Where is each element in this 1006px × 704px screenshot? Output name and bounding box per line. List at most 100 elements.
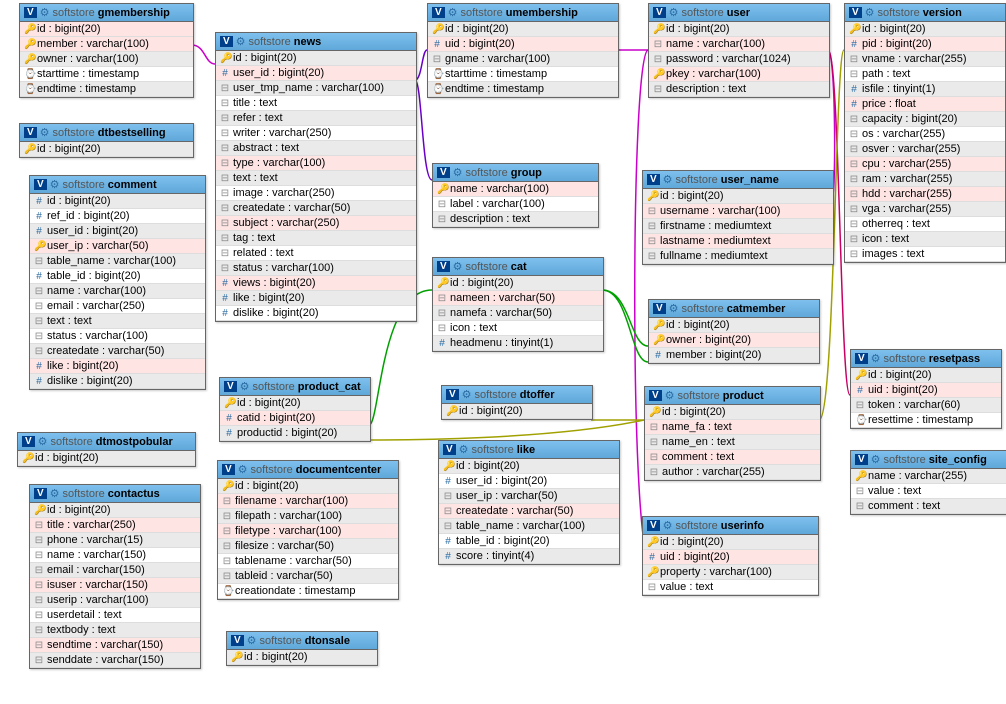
column-row[interactable]: ⊟userip : varchar(100) (30, 593, 200, 608)
column-row[interactable]: ⊟firstname : mediumtext (643, 219, 833, 234)
column-row[interactable]: ⊟ram : varchar(255) (845, 172, 1005, 187)
column-row[interactable]: ⊟name_en : text (645, 435, 820, 450)
column-row[interactable]: 🔑id : bigint(20) (439, 459, 619, 474)
column-row[interactable]: ⊟lastname : mediumtext (643, 234, 833, 249)
column-row[interactable]: 🔑name : varchar(255) (851, 469, 1006, 484)
column-row[interactable]: ⊟createdate : varchar(50) (439, 504, 619, 519)
table-header[interactable]: V⚙softstore documentcenter (218, 461, 398, 479)
column-row[interactable]: ⊟comment : text (645, 450, 820, 465)
column-row[interactable]: 🔑id : bigint(20) (220, 396, 370, 411)
column-row[interactable]: ⊟image : varchar(250) (216, 186, 416, 201)
table-dtoffer[interactable]: V⚙softstore dtoffer🔑id : bigint(20) (441, 385, 593, 420)
gear-icon[interactable]: ⚙ (462, 388, 472, 401)
column-row[interactable]: #user_id : bigint(20) (439, 474, 619, 489)
column-row[interactable]: 🔑name : varchar(100) (433, 182, 598, 197)
column-row[interactable]: #id : bigint(20) (30, 194, 205, 209)
column-row[interactable]: 🔑pkey : varchar(100) (649, 67, 829, 82)
column-row[interactable]: ⌚endtime : timestamp (20, 82, 193, 97)
table-header[interactable]: V⚙softstore product (645, 387, 820, 405)
table-site_config[interactable]: V⚙softstore site_config🔑name : varchar(2… (850, 450, 1006, 515)
column-row[interactable]: ⊟author : varchar(255) (645, 465, 820, 480)
column-row[interactable]: ⌚starttime : timestamp (428, 67, 618, 82)
column-row[interactable]: 🔑id : bigint(20) (18, 451, 195, 466)
column-row[interactable]: #member : bigint(20) (649, 348, 819, 363)
column-row[interactable]: ⊟title : text (216, 96, 416, 111)
column-row[interactable]: ⊟comment : text (851, 499, 1006, 514)
gear-icon[interactable]: ⚙ (663, 173, 673, 186)
column-row[interactable]: ⊟password : varchar(1024) (649, 52, 829, 67)
column-row[interactable]: ⊟icon : text (845, 232, 1005, 247)
table-user[interactable]: V⚙softstore user🔑id : bigint(20)⊟name : … (648, 3, 830, 98)
table-header[interactable]: V⚙softstore news (216, 33, 416, 51)
column-row[interactable]: ⊟fullname : mediumtext (643, 249, 833, 264)
table-contactus[interactable]: V⚙softstore contactus🔑id : bigint(20)⊟ti… (29, 484, 201, 669)
column-row[interactable]: ⊟createdate : varchar(50) (216, 201, 416, 216)
column-row[interactable]: #like : bigint(20) (216, 291, 416, 306)
table-header[interactable]: V⚙softstore contactus (30, 485, 200, 503)
table-header[interactable]: V⚙softstore user_name (643, 171, 833, 189)
column-row[interactable]: #table_id : bigint(20) (439, 534, 619, 549)
table-header[interactable]: V⚙softstore dtmostpobular (18, 433, 195, 451)
column-row[interactable]: #isfile : tinyint(1) (845, 82, 1005, 97)
table-cat[interactable]: V⚙softstore cat🔑id : bigint(20)⊟nameen :… (432, 257, 604, 352)
column-row[interactable]: ⊟email : varchar(250) (30, 299, 205, 314)
column-row[interactable]: 🔑user_ip : varchar(50) (30, 239, 205, 254)
column-row[interactable]: ⊟abstract : text (216, 141, 416, 156)
column-row[interactable]: 🔑id : bigint(20) (20, 142, 193, 157)
table-gmembership[interactable]: V⚙softstore gmembership🔑id : bigint(20)🔑… (19, 3, 194, 98)
column-row[interactable]: ⊟name : varchar(100) (649, 37, 829, 52)
column-row[interactable]: #price : float (845, 97, 1005, 112)
column-row[interactable]: 🔑id : bigint(20) (851, 368, 1001, 383)
column-row[interactable]: ⊟tag : text (216, 231, 416, 246)
table-product_cat[interactable]: V⚙softstore product_cat🔑id : bigint(20)#… (219, 377, 371, 442)
column-row[interactable]: 🔑id : bigint(20) (442, 404, 592, 419)
gear-icon[interactable]: ⚙ (50, 487, 60, 500)
column-row[interactable]: ⌚starttime : timestamp (20, 67, 193, 82)
column-row[interactable]: ⊟filesize : varchar(50) (218, 539, 398, 554)
column-row[interactable]: 🔑property : varchar(100) (643, 565, 818, 580)
column-row[interactable]: ⌚endtime : timestamp (428, 82, 618, 97)
column-row[interactable]: ⊟namefa : varchar(50) (433, 306, 603, 321)
column-row[interactable]: #uid : bigint(20) (851, 383, 1001, 398)
column-row[interactable]: ⊟status : varchar(100) (216, 261, 416, 276)
table-resetpass[interactable]: V⚙softstore resetpass🔑id : bigint(20)#ui… (850, 349, 1002, 429)
table-header[interactable]: V⚙softstore umembership (428, 4, 618, 22)
column-row[interactable]: ⊟filepath : varchar(100) (218, 509, 398, 524)
column-row[interactable]: ⊟related : text (216, 246, 416, 261)
table-news[interactable]: V⚙softstore news🔑id : bigint(20)#user_id… (215, 32, 417, 322)
gear-icon[interactable]: ⚙ (40, 6, 50, 19)
table-header[interactable]: V⚙softstore dtonsale (227, 632, 377, 650)
table-user_name[interactable]: V⚙softstore user_name🔑id : bigint(20)⊟us… (642, 170, 834, 265)
column-row[interactable]: ⊟os : varchar(255) (845, 127, 1005, 142)
column-row[interactable]: ⊟vga : varchar(255) (845, 202, 1005, 217)
column-row[interactable]: ⊟value : text (851, 484, 1006, 499)
table-header[interactable]: V⚙softstore resetpass (851, 350, 1001, 368)
gear-icon[interactable]: ⚙ (453, 166, 463, 179)
column-row[interactable]: #like : bigint(20) (30, 359, 205, 374)
table-dtonsale[interactable]: V⚙softstore dtonsale🔑id : bigint(20) (226, 631, 378, 666)
column-row[interactable]: ⊟label : varchar(100) (433, 197, 598, 212)
column-row[interactable]: ⊟text : text (216, 171, 416, 186)
gear-icon[interactable]: ⚙ (40, 126, 50, 139)
gear-icon[interactable]: ⚙ (236, 35, 246, 48)
column-row[interactable]: ⊟userdetail : text (30, 608, 200, 623)
table-version[interactable]: V⚙softstore version🔑id : bigint(20)#pid … (844, 3, 1006, 263)
column-row[interactable]: 🔑owner : varchar(100) (20, 52, 193, 67)
column-row[interactable]: ⊟hdd : varchar(255) (845, 187, 1005, 202)
column-row[interactable]: #table_id : bigint(20) (30, 269, 205, 284)
column-row[interactable]: ⊟title : varchar(250) (30, 518, 200, 533)
table-product[interactable]: V⚙softstore product🔑id : bigint(20)⊟name… (644, 386, 821, 481)
column-row[interactable]: #uid : bigint(20) (643, 550, 818, 565)
column-row[interactable]: #ref_id : bigint(20) (30, 209, 205, 224)
column-row[interactable]: ⊟nameen : varchar(50) (433, 291, 603, 306)
column-row[interactable]: #dislike : bigint(20) (216, 306, 416, 321)
table-header[interactable]: V⚙softstore user (649, 4, 829, 22)
column-row[interactable]: 🔑id : bigint(20) (216, 51, 416, 66)
gear-icon[interactable]: ⚙ (865, 6, 875, 19)
table-header[interactable]: V⚙softstore like (439, 441, 619, 459)
column-row[interactable]: ⊟sendtime : varchar(150) (30, 638, 200, 653)
column-row[interactable]: ⊟type : varchar(100) (216, 156, 416, 171)
column-row[interactable]: ⊟vname : varchar(255) (845, 52, 1005, 67)
column-row[interactable]: ⊟phone : varchar(15) (30, 533, 200, 548)
table-dtbestselling[interactable]: V⚙softstore dtbestselling🔑id : bigint(20… (19, 123, 194, 158)
